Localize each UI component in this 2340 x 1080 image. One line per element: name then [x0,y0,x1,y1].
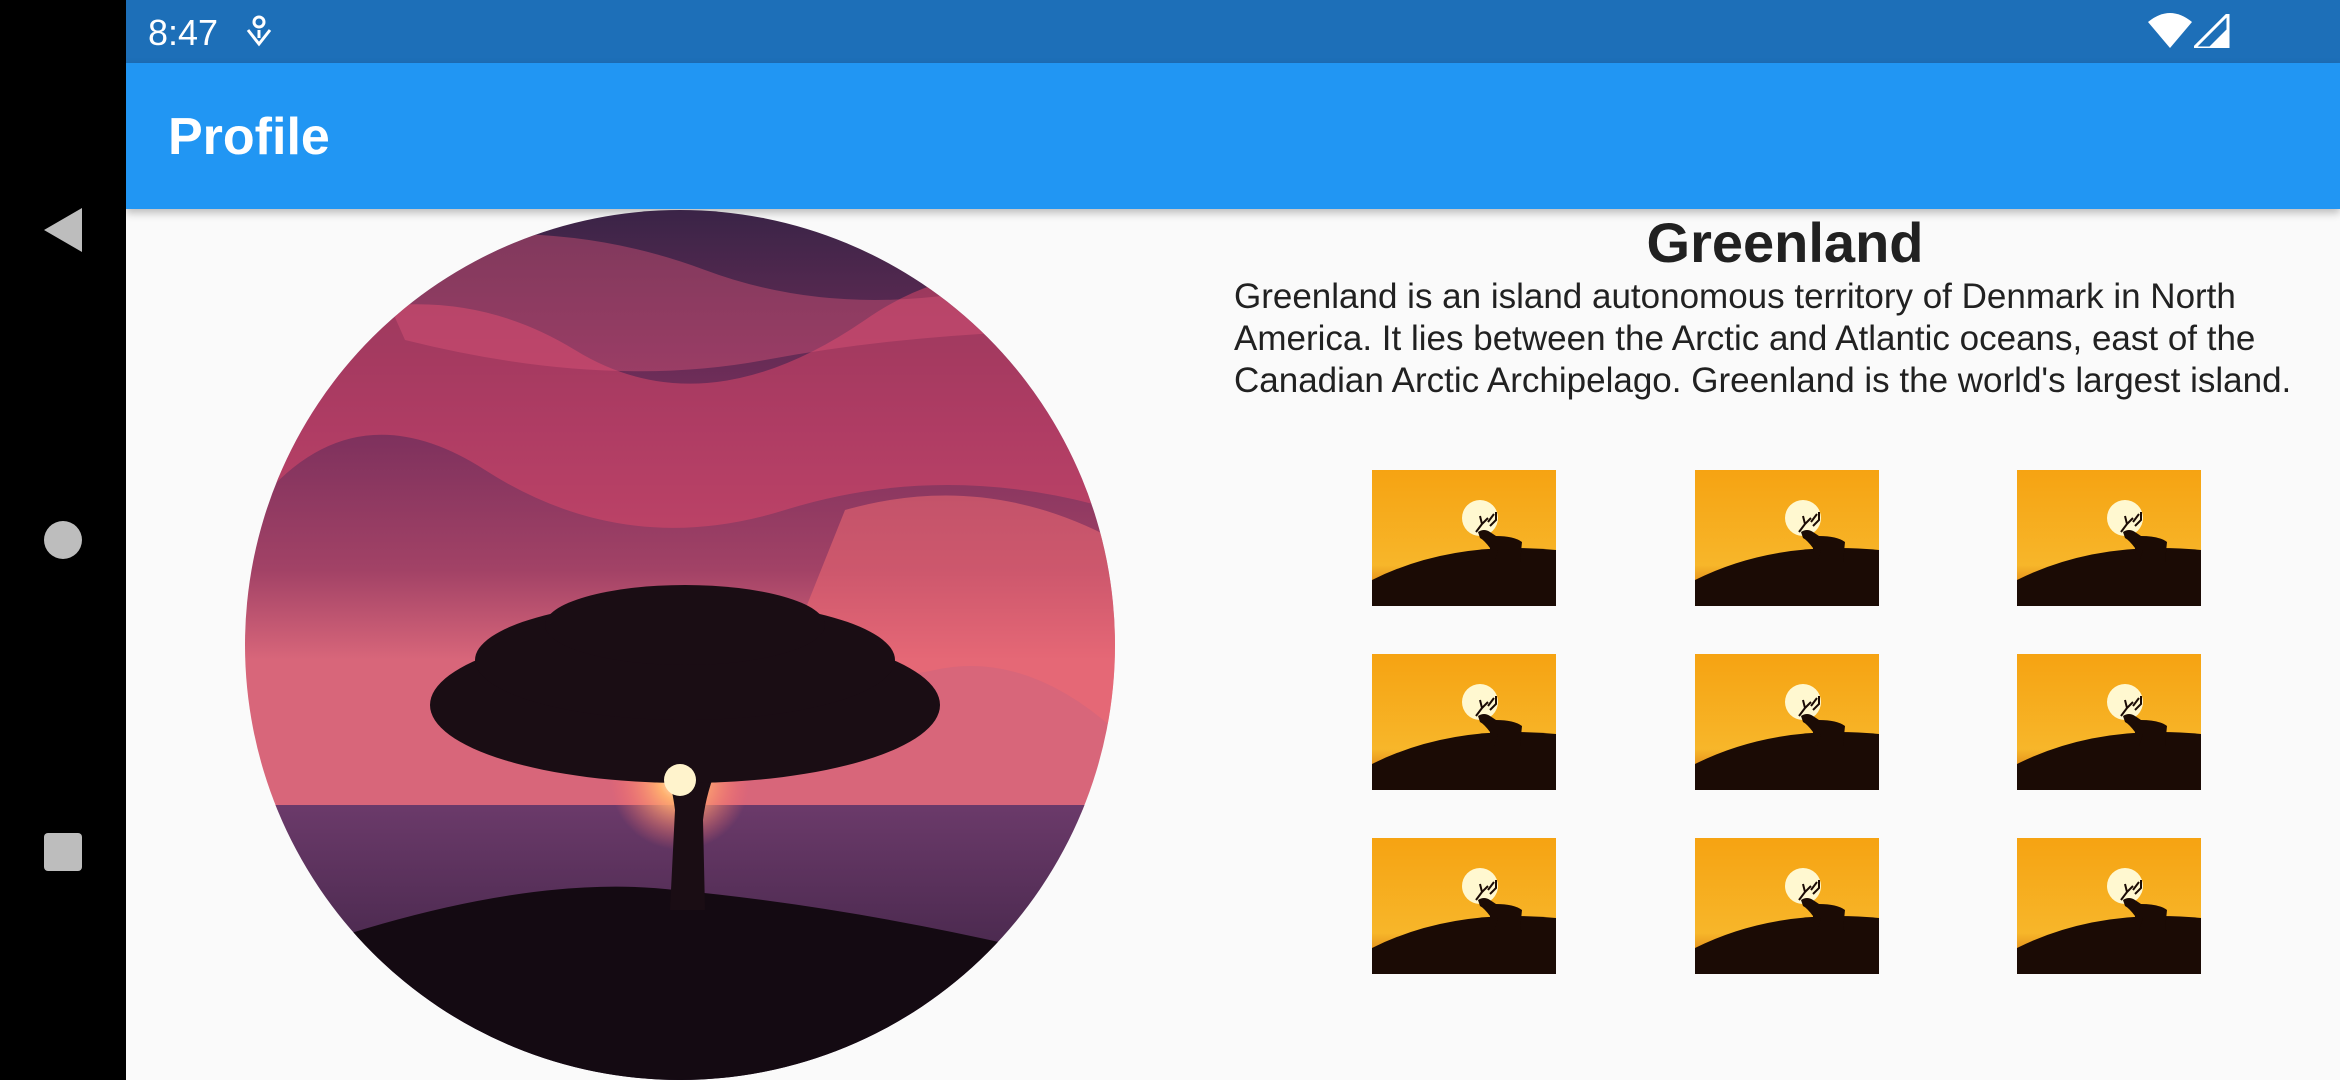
page-title: Profile [168,108,330,166]
deer-sunset-image [1372,654,1556,790]
app-bar: Profile [126,63,2340,209]
place-description: Greenland is an island autonomous territ… [1234,277,2292,400]
back-icon[interactable] [44,208,82,252]
status-bar: 8:47 [126,0,2340,63]
notification-icon [246,15,272,47]
deer-sunset-image [1695,838,1879,974]
deer-sunset-image [1695,654,1879,790]
sunset-tree-image [245,210,1115,1080]
deer-sunset-image [2017,654,2201,790]
deer-sunset-image [1372,470,1556,606]
deer-sunset-image [2017,838,2201,974]
place-name: Greenland [1646,211,1924,274]
deer-sunset-image [1695,470,1879,606]
wifi-icon [2148,13,2192,48]
recents-icon[interactable] [44,833,82,871]
deer-sunset-image [1372,838,1556,974]
status-time: 8:47 [148,12,219,53]
deer-sunset-image [2017,470,2201,606]
home-icon[interactable] [44,521,82,559]
signal-icon [2194,14,2230,48]
system-navigation-bar [0,0,126,1080]
